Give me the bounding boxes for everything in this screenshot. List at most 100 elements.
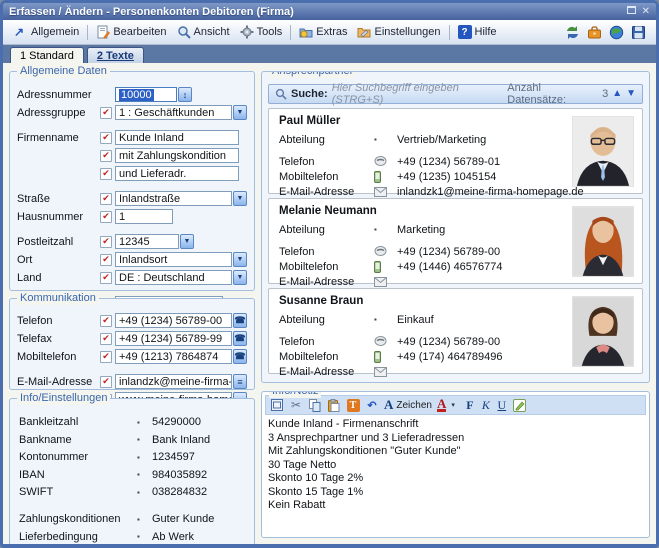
dropdown-button[interactable]: ▼: [233, 270, 247, 285]
next-record-button[interactable]: ▼: [626, 89, 636, 99]
field-checkbox[interactable]: ✔: [100, 193, 112, 205]
bold-icon[interactable]: F: [464, 398, 475, 412]
email-input[interactable]: inlandzk@meine-firma-homepage.de: [115, 374, 232, 389]
font-color-icon[interactable]: A: [437, 398, 446, 412]
field-checkbox[interactable]: ✔: [100, 254, 112, 266]
phone-icon: [374, 246, 397, 257]
groupbox-allgemeine-daten: Allgemeine Daten Adressnummer 10000 ↕ Ad…: [9, 71, 255, 291]
menu-ansicht[interactable]: Ansicht: [172, 23, 235, 41]
underline-icon[interactable]: U: [496, 398, 507, 412]
firmenname-input-1[interactable]: Kunde Inland: [115, 130, 239, 145]
save-icon[interactable]: [631, 25, 646, 40]
restore-button[interactable]: [627, 6, 636, 17]
menu-separator: [449, 25, 450, 40]
field-row-mobiltelefon: Mobiltelefon ✔ +49 (1213) 7864874 ☎: [17, 348, 247, 365]
hausnummer-input[interactable]: 1: [115, 209, 173, 224]
italic-icon[interactable]: K: [480, 398, 491, 412]
contact-search-bar[interactable]: Suche: Hier Suchbegriff eingeben (STRG+S…: [268, 84, 643, 104]
sync-icon[interactable]: [565, 25, 580, 40]
help-icon: ?: [458, 25, 472, 39]
menu-extras[interactable]: Extras: [294, 23, 352, 41]
field-label: Firmenname: [17, 132, 100, 144]
dropdown-button[interactable]: ▼: [233, 191, 247, 206]
field-checkbox[interactable]: ✔: [100, 150, 112, 162]
field-label: Hausnummer: [17, 211, 100, 223]
tab-texte[interactable]: 2 Texte: [87, 47, 144, 63]
field-checkbox[interactable]: ✔: [100, 351, 112, 363]
field-checkbox[interactable]: ✔: [100, 376, 112, 388]
postleitzahl-combobox[interactable]: 12345: [115, 234, 179, 249]
info-row: SWIFT▪038284832: [19, 485, 245, 500]
paste-icon[interactable]: [327, 398, 341, 412]
field-checkbox[interactable]: ✔: [100, 107, 112, 119]
field-label: Ort: [17, 254, 100, 266]
note-textarea[interactable]: Kunde Inland - Firmenanschrift 3 Ansprec…: [265, 415, 646, 516]
cut-icon[interactable]: ✂: [289, 398, 303, 412]
dropdown-button[interactable]: ▼: [180, 234, 194, 249]
field-row-postleitzahl: Postleitzahl ✔ 12345 ▼: [17, 233, 247, 250]
font-color-dropdown-icon[interactable]: ▾: [451, 401, 459, 409]
field-checkbox[interactable]: ✔: [100, 168, 112, 180]
info-row: Kontonummer▪1234597: [19, 450, 245, 465]
firmenname-input-2[interactable]: mit Zahlungskondition: [115, 148, 239, 163]
adressnummer-input[interactable]: 10000: [115, 87, 177, 102]
telefax-input[interactable]: +49 (1234) 56789-99: [115, 331, 232, 346]
dropdown-button[interactable]: ▼: [233, 105, 247, 120]
menu-hilfe[interactable]: ? Hilfe: [453, 23, 502, 41]
dial-button[interactable]: ☎: [233, 313, 247, 328]
menu-tools[interactable]: Tools: [235, 23, 288, 41]
edit-note-icon[interactable]: [512, 398, 526, 412]
globe-icon[interactable]: [609, 25, 624, 40]
contact-photo: [572, 206, 634, 277]
dial-button[interactable]: ☎: [233, 349, 247, 364]
undo-icon[interactable]: ↶: [365, 398, 379, 412]
app-window: Erfassen / Ändern - Personenkonten Debit…: [0, 0, 659, 548]
adressgruppe-combobox[interactable]: 1 : Geschäftkunden: [115, 105, 232, 120]
insert-text-icon[interactable]: T: [347, 399, 360, 412]
compose-email-button[interactable]: ≡: [233, 374, 247, 389]
field-row-firmenname-3: ✔ und Lieferadr.: [17, 165, 247, 182]
mobiltelefon-input[interactable]: +49 (1213) 7864874: [115, 349, 232, 364]
field-checkbox[interactable]: ✔: [100, 211, 112, 223]
window-title: Erfassen / Ändern - Personenkonten Debit…: [9, 6, 294, 18]
tab-standard[interactable]: 1 Standard: [10, 47, 84, 63]
maximize-editor-icon[interactable]: [270, 398, 284, 412]
field-row-firmenname-2: ✔ mit Zahlungskondition: [17, 147, 247, 164]
edit-document-icon: [96, 25, 110, 39]
field-row-telefax: Telefax ✔ +49 (1234) 56789-99 ☎: [17, 330, 247, 347]
dial-button[interactable]: ☎: [233, 331, 247, 346]
font-icon[interactable]: A: [384, 398, 393, 412]
menu-einstellungen[interactable]: Einstellungen: [352, 23, 445, 41]
content-area: Allgemeine Daten Adressnummer 10000 ↕ Ad…: [3, 63, 656, 544]
briefcase-icon[interactable]: [587, 25, 602, 40]
contact-card[interactable]: Melanie Neumann Abteilung▪Marketing Tele…: [268, 198, 643, 284]
field-row-adressnummer: Adressnummer 10000 ↕: [17, 86, 247, 103]
field-checkbox[interactable]: ✔: [100, 315, 112, 327]
previous-record-button[interactable]: ▲: [612, 89, 622, 99]
mobile-phone-icon: [374, 171, 397, 183]
land-combobox[interactable]: DE : Deutschland: [115, 270, 232, 285]
mobile-phone-icon: [374, 261, 397, 273]
spinner-button[interactable]: ↕: [178, 87, 192, 102]
field-checkbox[interactable]: ✔: [100, 333, 112, 345]
strasse-combobox[interactable]: Inlandstraße: [115, 191, 232, 206]
menu-bearbeiten[interactable]: Bearbeiten: [91, 23, 171, 41]
field-label: Land: [17, 272, 100, 284]
field-checkbox[interactable]: ✔: [100, 236, 112, 248]
contact-card[interactable]: Susanne Braun Abteilung▪Einkauf Telefon+…: [268, 288, 643, 374]
field-checkbox[interactable]: ✔: [100, 272, 112, 284]
telefon-input[interactable]: +49 (1234) 56789-00: [115, 313, 232, 328]
close-button[interactable]: ✕: [642, 7, 650, 17]
field-checkbox[interactable]: ✔: [100, 132, 112, 144]
contact-photo: [572, 116, 634, 187]
contact-card[interactable]: Paul Müller Abteilung▪Vertrieb/Marketing…: [268, 108, 643, 194]
field-row-strasse: Straße ✔ Inlandstraße ▼: [17, 190, 247, 207]
ort-combobox[interactable]: Inlandsort: [115, 252, 232, 267]
dropdown-button[interactable]: ▼: [233, 252, 247, 267]
menu-allgemein[interactable]: ↗ Allgemein: [9, 23, 84, 41]
firmenname-input-3[interactable]: und Lieferadr.: [115, 166, 239, 181]
field-label: Adressnummer: [17, 89, 100, 101]
email-icon: [374, 367, 397, 377]
copy-icon[interactable]: [308, 398, 322, 412]
field-label: Adressgruppe: [17, 107, 100, 119]
